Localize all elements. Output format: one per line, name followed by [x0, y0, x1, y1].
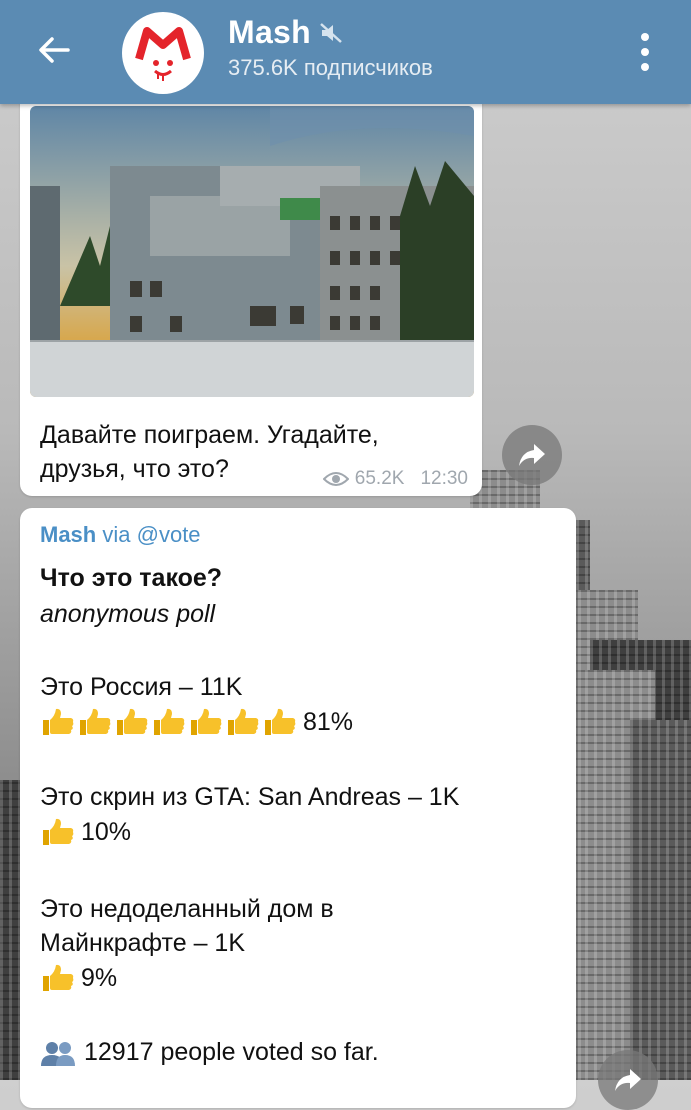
poll-total: 12917 people voted so far.	[40, 1038, 379, 1067]
channel-info[interactable]: Mash 375.6K подписчиков	[228, 14, 433, 81]
view-count: 65.2K	[354, 468, 405, 489]
poll-question: Что это такое?	[40, 564, 223, 592]
channel-title: Mash	[228, 14, 433, 51]
poll-option-percent: 81%	[303, 708, 354, 737]
arrow-left-icon[interactable]	[30, 26, 78, 74]
poll-type: anonymous poll	[40, 600, 216, 628]
via-word: via	[102, 522, 131, 547]
via-channel-name[interactable]: Mash	[40, 522, 96, 547]
poll-option-percent: 10%	[81, 818, 132, 847]
muted-speaker-icon	[320, 22, 342, 43]
poll-option-bar	[40, 817, 77, 847]
poll-option-bar	[40, 963, 77, 993]
mash-logo-icon	[135, 27, 191, 81]
via-attribution[interactable]: Mash via @vote	[40, 522, 201, 548]
poll-option-label: Это скрин из GTA: San Andreas – 1K	[40, 783, 460, 811]
poll-option-percent: 9%	[81, 964, 118, 993]
thumbs-up-icon	[225, 707, 260, 737]
thumbs-up-icon	[114, 707, 149, 737]
building-photo	[30, 106, 474, 397]
thumbs-up-icon	[40, 817, 75, 847]
more-vertical-icon[interactable]	[636, 30, 654, 74]
poll-option[interactable]: Это скрин из GTA: San Andreas – 1K 10%	[40, 780, 560, 849]
share-arrow-icon	[615, 1069, 641, 1091]
poll-option[interactable]: Это недоделанный дом в Майнкрафте – 1K 9…	[40, 892, 560, 995]
subscriber-count: 375.6K подписчиков	[228, 55, 433, 80]
message-meta: 65.2K 12:30	[322, 468, 468, 490]
poll-option[interactable]: Это Россия – 11K 81%	[40, 670, 560, 739]
share-button[interactable]	[502, 425, 562, 485]
message-time: 12:30	[420, 468, 468, 489]
share-button[interactable]	[598, 1050, 658, 1110]
thumbs-up-icon	[262, 707, 297, 737]
share-arrow-icon	[519, 444, 545, 466]
poll-option-label: Это недоделанный дом в Майнкрафте – 1K	[40, 895, 334, 957]
poll-voted-count: 12917 people voted so far.	[84, 1038, 379, 1066]
channel-name: Mash	[228, 14, 311, 50]
people-icon	[41, 1041, 75, 1066]
eye-icon	[322, 472, 349, 486]
message-photo[interactable]: Давайте поиграем. Угадайте, друзья, что …	[20, 88, 482, 496]
channel-avatar[interactable]	[122, 12, 204, 94]
chat-header: Mash 375.6K подписчиков	[0, 0, 691, 104]
thumbs-up-icon	[40, 707, 75, 737]
thumbs-up-icon	[40, 963, 75, 993]
message-photo-image[interactable]	[30, 106, 474, 397]
thumbs-up-icon	[188, 707, 223, 737]
poll-option-bar	[40, 707, 299, 737]
via-bot[interactable]: @vote	[137, 522, 201, 547]
thumbs-up-icon	[151, 707, 186, 737]
poll-option-label: Это Россия – 11K	[40, 673, 243, 701]
thumbs-up-icon	[77, 707, 112, 737]
message-poll[interactable]: Mash via @vote Что это такое? anonymous …	[20, 508, 576, 1108]
